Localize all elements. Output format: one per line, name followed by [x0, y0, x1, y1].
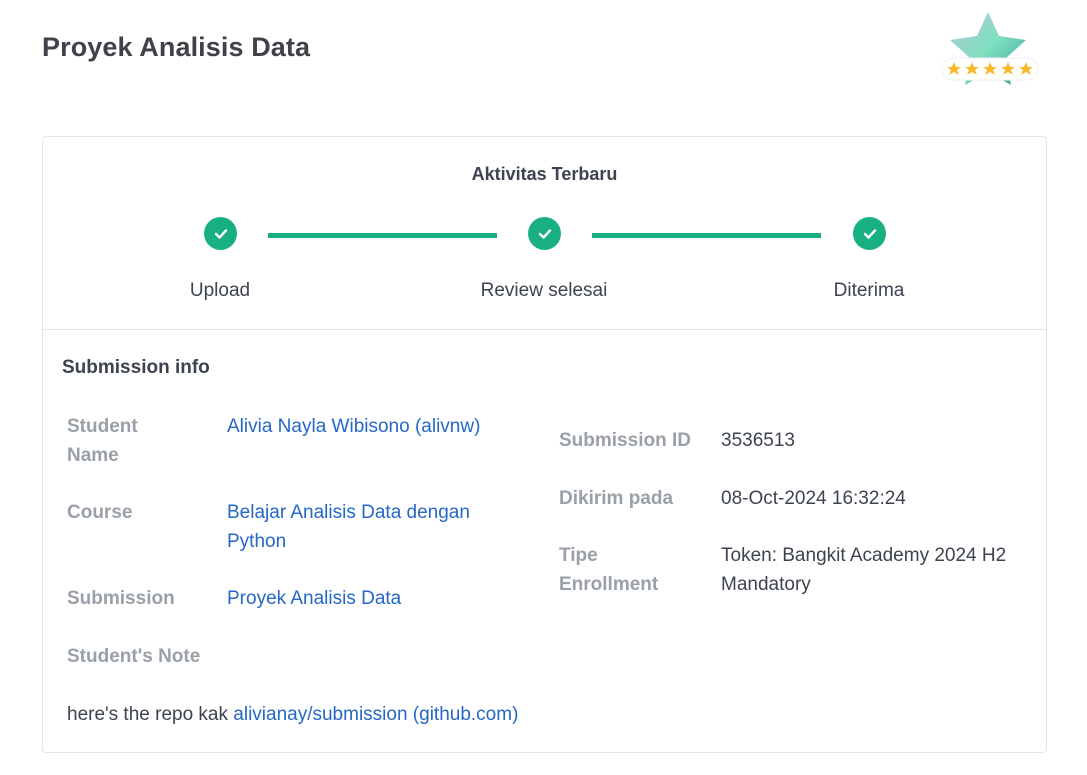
check-circle-icon — [853, 217, 886, 250]
star-rating-badge-icon — [938, 10, 1042, 92]
student-note: here's the repo kak alivianay/submission… — [67, 700, 667, 729]
student-name-link[interactable]: Alivia Nayla Wibisono (alivnw) — [227, 412, 527, 441]
step-label-upload: Upload — [189, 280, 251, 301]
course-link[interactable]: Belajar Analisis Data dengan Python — [227, 498, 527, 556]
step-label-accepted: Diterima — [833, 280, 905, 301]
student-note-text: here's the repo kak — [67, 704, 234, 725]
step-label-review: Review selesai — [480, 280, 608, 301]
course-label: Course — [67, 502, 133, 523]
submission-id-label: Submission ID — [559, 430, 691, 451]
submission-card: Aktivitas Terbaru Upload Review selesai … — [42, 136, 1047, 753]
submission-label: Submission — [67, 588, 175, 609]
sent-at-value: 08-Oct-2024 16:32:24 — [721, 488, 906, 509]
sent-at-label: Dikirim pada — [559, 488, 674, 509]
submission-id-value: 3536513 — [721, 430, 795, 451]
check-circle-icon — [204, 217, 237, 250]
progress-line — [592, 233, 821, 238]
page-title: Proyek Analisis Data — [42, 32, 311, 62]
submission-info-title: Submission info — [62, 357, 210, 378]
enrollment-label: Tipe Enrollment — [559, 545, 659, 595]
submission-link[interactable]: Proyek Analisis Data — [227, 584, 527, 613]
student-note-label: Student's Note — [67, 646, 201, 667]
student-name-label: Student Name — [67, 416, 138, 466]
check-circle-icon — [528, 217, 561, 250]
activity-title: Aktivitas Terbaru — [471, 164, 618, 184]
enrollment-value: Token: Bangkit Academy 2024 H2 Mandatory — [721, 545, 1007, 595]
activity-timeline: Aktivitas Terbaru Upload Review selesai … — [43, 137, 1046, 330]
repo-link[interactable]: alivianay/submission (github.com) — [233, 704, 518, 725]
progress-line — [268, 233, 497, 238]
